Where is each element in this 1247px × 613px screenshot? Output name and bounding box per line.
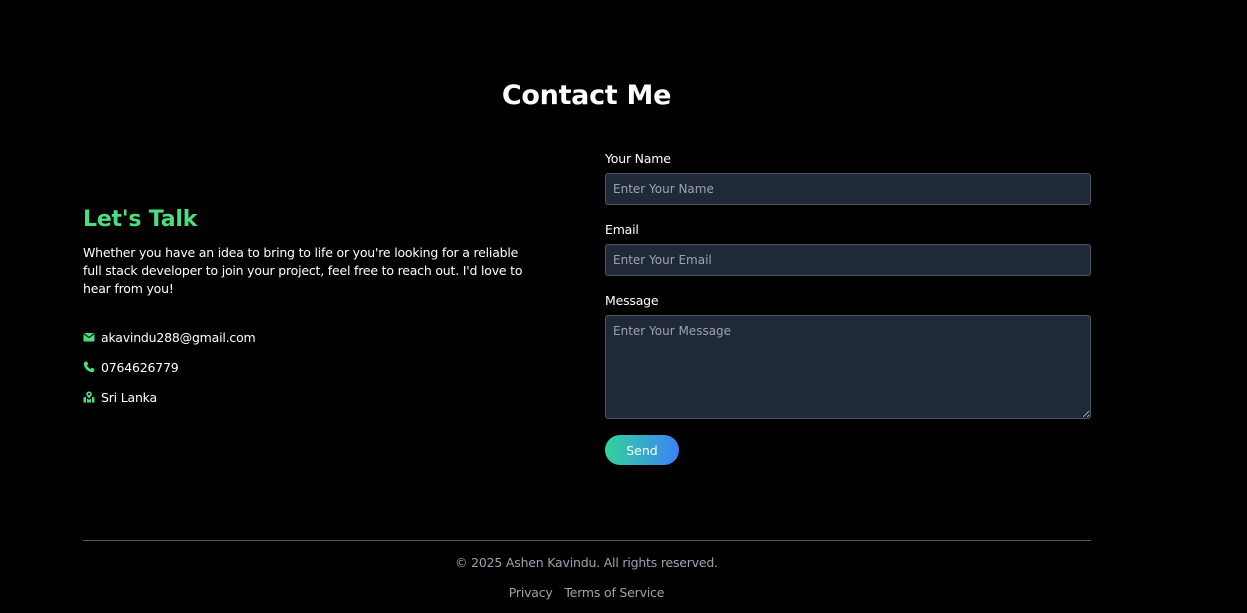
name-label: Your Name bbox=[605, 151, 671, 166]
message-textarea[interactable] bbox=[605, 315, 1091, 419]
contact-location-text: Sri Lanka bbox=[101, 389, 157, 405]
name-input[interactable] bbox=[605, 173, 1091, 205]
intro-text: Whether you have an idea to bring to lif… bbox=[83, 245, 523, 296]
contact-form: Your Name Email Message Send bbox=[605, 148, 1091, 465]
contact-phone-text: 0764626779 bbox=[101, 359, 179, 375]
footer-links: Privacy Terms of Service bbox=[0, 585, 1173, 600]
privacy-link[interactable]: Privacy bbox=[509, 585, 553, 600]
name-field-group: Your Name bbox=[605, 148, 1091, 205]
envelope-icon bbox=[83, 331, 95, 343]
contact-location-item: Sri Lanka bbox=[83, 382, 533, 412]
contact-email-item: akavindu288@gmail.com bbox=[83, 322, 533, 352]
email-label: Email bbox=[605, 222, 639, 237]
message-field-group: Message bbox=[605, 290, 1091, 419]
contact-phone-item: 0764626779 bbox=[83, 352, 533, 382]
terms-of-service-link[interactable]: Terms of Service bbox=[564, 585, 664, 600]
message-label: Message bbox=[605, 293, 659, 308]
contact-list: akavindu288@gmail.com 0764626779 Sri Lan… bbox=[83, 322, 533, 412]
footer-copyright: © 2025 Ashen Kavindu. All rights reserve… bbox=[455, 555, 718, 570]
email-field-group: Email bbox=[605, 219, 1091, 276]
phone-icon bbox=[83, 361, 95, 373]
map-location-icon bbox=[83, 391, 95, 403]
email-input[interactable] bbox=[605, 244, 1091, 276]
page-title: Contact Me bbox=[501, 80, 672, 111]
contact-info-section: Let's Talk Whether you have an idea to b… bbox=[83, 207, 533, 412]
contact-email-text: akavindu288@gmail.com bbox=[101, 329, 256, 345]
lets-talk-heading: Let's Talk bbox=[83, 207, 198, 232]
send-button[interactable]: Send bbox=[605, 435, 679, 465]
footer-divider bbox=[83, 540, 1091, 541]
